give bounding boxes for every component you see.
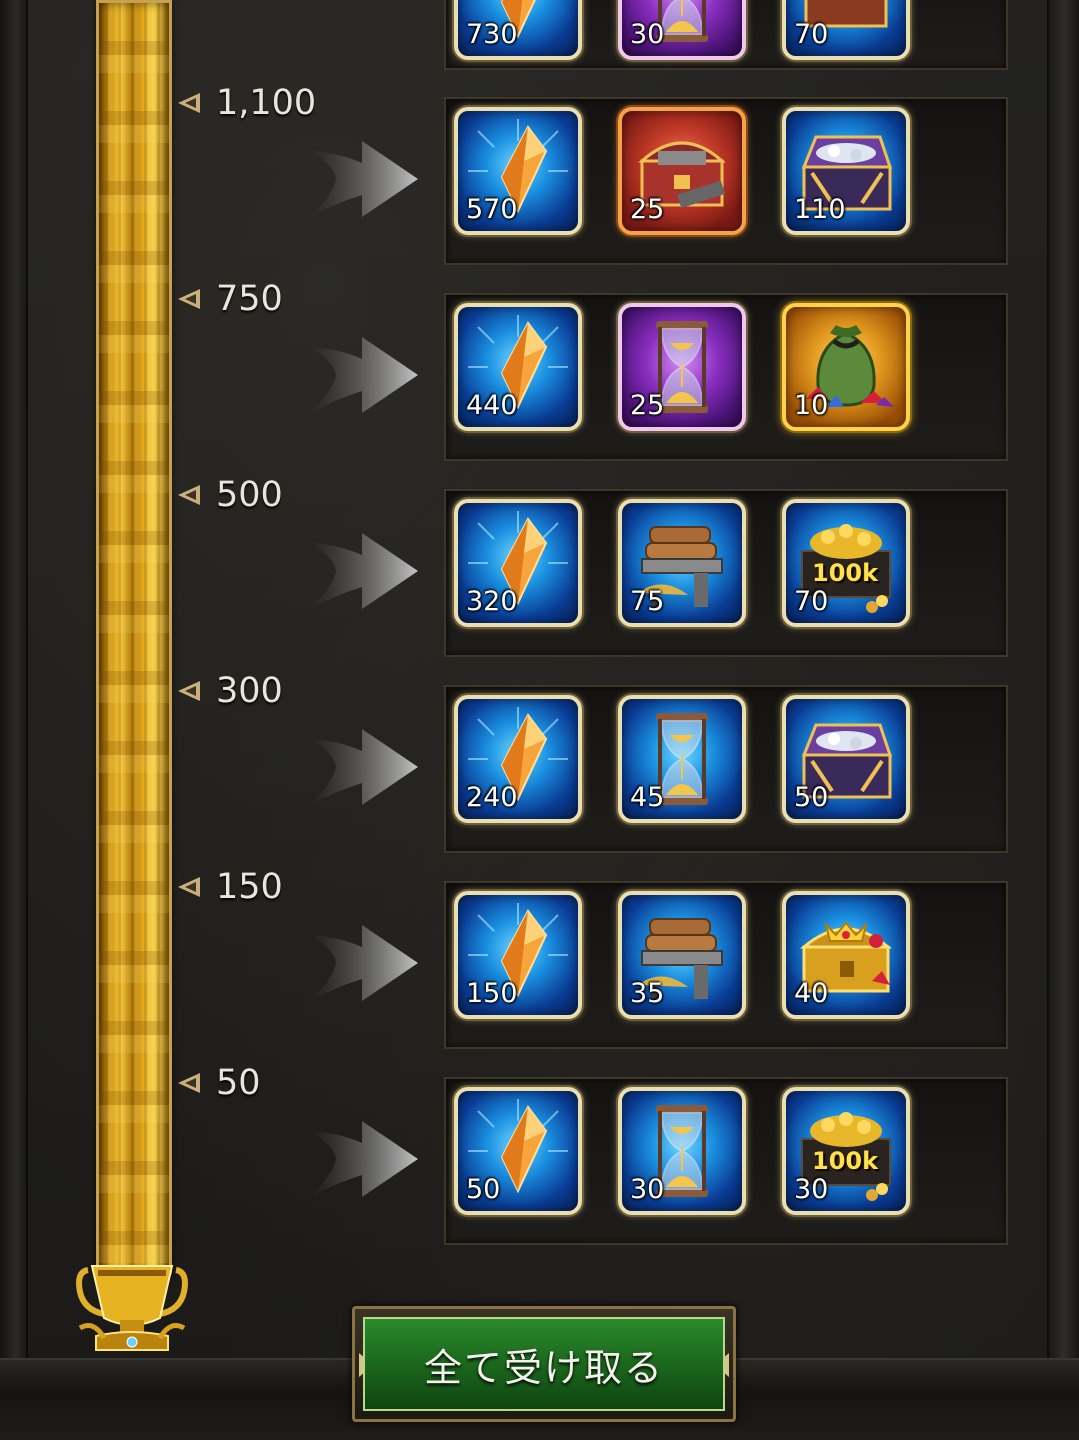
reward-quantity: 25 [630, 390, 665, 421]
milestone-marker-icon [178, 681, 200, 701]
reward-quantity: 150 [466, 978, 518, 1009]
reward-quantity: 30 [630, 1174, 665, 1205]
arrow-right-icon [300, 329, 420, 421]
milestone-label: 150 [178, 867, 283, 907]
reward-item[interactable]: 730 [454, 0, 582, 60]
trophy-icon [76, 1265, 188, 1351]
reward-row: 150 35 40 [444, 881, 1008, 1049]
milestone-label: 500 [178, 475, 283, 515]
reward-item[interactable]: 110 [782, 107, 910, 235]
arrow-right-icon [300, 525, 420, 617]
reward-quantity: 10 [794, 390, 829, 421]
reward-item[interactable]: 45 [618, 695, 746, 823]
reward-quantity: 320 [466, 586, 518, 617]
reward-item[interactable]: 25 [618, 303, 746, 431]
reward-quantity: 40 [794, 978, 829, 1009]
reward-quantity: 440 [466, 390, 518, 421]
arrow-right-icon [300, 1113, 420, 1205]
reward-quantity: 110 [794, 194, 846, 225]
milestone-label: 1,100 [178, 83, 316, 123]
reward-item[interactable]: 50 [782, 695, 910, 823]
amount-badge: 100k [812, 559, 879, 587]
reward-item[interactable]: 320 [454, 499, 582, 627]
reward-row: 320 75 100k 70 [444, 489, 1008, 657]
milestone-label: 50 [178, 1063, 261, 1103]
reward-quantity: 45 [630, 782, 665, 813]
milestone-points: 300 [216, 671, 283, 711]
reward-quantity: 50 [466, 1174, 501, 1205]
milestone-points: 150 [216, 867, 283, 907]
reward-quantity: 75 [630, 586, 665, 617]
left-frame-pillar [0, 0, 28, 1438]
milestone-points: 1,100 [216, 83, 317, 123]
progress-gold-bar [96, 0, 172, 1281]
reward-item[interactable]: 30 [618, 1087, 746, 1215]
reward-row: 440 25 10 [444, 293, 1008, 461]
reward-quantity: 70 [794, 19, 829, 50]
reward-row: 240 45 50 [444, 685, 1008, 853]
reward-item[interactable]: 570 [454, 107, 582, 235]
arrow-right-icon [300, 133, 420, 225]
reward-quantity: 50 [794, 782, 829, 813]
reward-item[interactable]: 100k 30 [782, 1087, 910, 1215]
reward-row: 50 30 100k 30 [444, 1077, 1008, 1245]
milestone-marker-icon [178, 485, 200, 505]
reward-quantity: 30 [630, 19, 665, 50]
reward-item[interactable]: 150 [454, 891, 582, 1019]
milestone-marker-icon [178, 877, 200, 897]
reward-item[interactable]: 240 [454, 695, 582, 823]
reward-item[interactable]: 70 [782, 0, 910, 60]
reward-quantity: 730 [466, 19, 518, 50]
reward-quantity: 570 [466, 194, 518, 225]
milestone-label: 300 [178, 671, 283, 711]
milestone-label: 750 [178, 279, 283, 319]
arrow-right-icon [300, 721, 420, 813]
reward-item[interactable]: 25 [618, 107, 746, 235]
milestone-marker-icon [178, 93, 200, 113]
amount-badge: 100k [812, 1147, 879, 1175]
reward-item[interactable]: 10 [782, 303, 910, 431]
reward-item[interactable]: 100k 70 [782, 499, 910, 627]
arrow-right-icon [300, 917, 420, 1009]
milestone-points: 50 [216, 1063, 261, 1103]
claim-all-frame: 全て受け取る [352, 1306, 736, 1422]
reward-item[interactable]: 35 [618, 891, 746, 1019]
reward-item[interactable]: 440 [454, 303, 582, 431]
milestone-marker-icon [178, 1073, 200, 1093]
reward-quantity: 240 [466, 782, 518, 813]
reward-quantity: 25 [630, 194, 665, 225]
reward-quantity: 70 [794, 586, 829, 617]
reward-item[interactable]: 75 [618, 499, 746, 627]
milestone-points: 500 [216, 475, 283, 515]
claim-all-button[interactable]: 全て受け取る [363, 1317, 725, 1411]
reward-item[interactable]: 40 [782, 891, 910, 1019]
reward-quantity: 30 [794, 1174, 829, 1205]
reward-row: 570 25 110 [444, 97, 1008, 265]
reward-quantity: 35 [630, 978, 665, 1009]
reward-item[interactable]: 30 [618, 0, 746, 60]
reward-row: 730 30 70 [444, 0, 1008, 70]
milestone-points: 750 [216, 279, 283, 319]
right-frame-pillar [1047, 0, 1079, 1438]
reward-item[interactable]: 50 [454, 1087, 582, 1215]
milestone-marker-icon [178, 289, 200, 309]
